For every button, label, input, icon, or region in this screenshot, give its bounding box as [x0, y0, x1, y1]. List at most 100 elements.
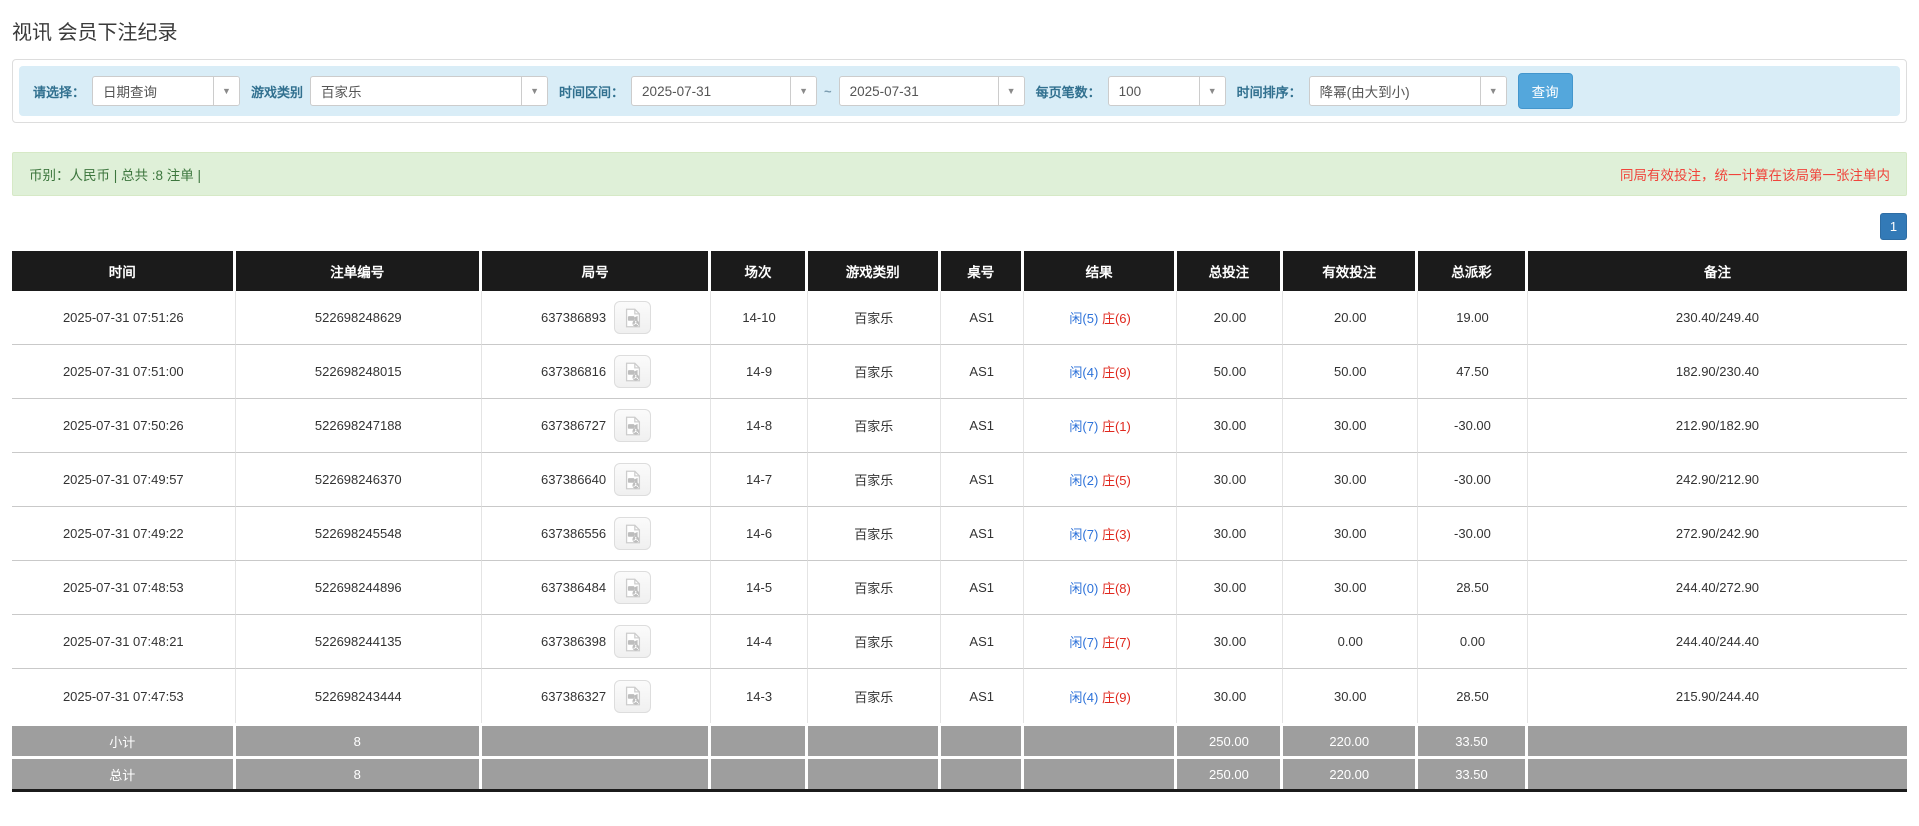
total-label: 总计 — [12, 756, 236, 789]
cell-total-bet[interactable]: 50.00 — [1177, 345, 1284, 399]
query-type-select[interactable]: 日期查询 ▼ — [92, 76, 241, 106]
cell-total-bet[interactable]: 30.00 — [1177, 507, 1284, 561]
page-button-1[interactable]: 1 — [1880, 213, 1907, 240]
subtotal-label: 小计 — [12, 723, 236, 756]
time-sort-select[interactable]: 降幂(由大到小) ▼ — [1308, 76, 1507, 106]
summary-empty-cell — [481, 756, 712, 789]
cell-valid-bet: 30.00 — [1283, 669, 1419, 723]
cell-game-type: 百家乐 — [807, 507, 941, 561]
summary-empty-cell — [711, 756, 808, 789]
cell-payout: 28.50 — [1418, 561, 1528, 615]
video-replay-button[interactable] — [614, 463, 652, 496]
time-sort-group: 时间排序： 降幂(由大到小) ▼ — [1237, 76, 1507, 106]
table-row: 2025-07-31 07:51:00 522698248015 6373868… — [12, 345, 1907, 399]
video-replay-icon — [625, 524, 640, 543]
video-replay-icon — [625, 578, 640, 597]
result-banker: 庄(5) — [1101, 473, 1131, 488]
date-from-value: 2025-07-31 — [642, 83, 712, 99]
cell-table-no: AS1 — [940, 345, 1024, 399]
subtotal-total-bet: 250.00 — [1177, 723, 1284, 756]
cell-round-id: 637386556 — [481, 507, 712, 561]
cell-bet-id: 522698246370 — [235, 453, 482, 507]
page: 视讯 会员下注纪录 请选择： 日期查询 ▼ 游戏类别 百家乐 ▼ 时间区间： 2… — [0, 0, 1919, 802]
table-summary: 小计 8 250.00 220.00 33.50 总计 8 250.00 220… — [12, 723, 1907, 789]
table-row: 2025-07-31 07:47:53 522698243444 6373863… — [12, 669, 1907, 723]
result-player: 闲(7) — [1069, 635, 1099, 650]
page-size-label: 每页笔数： — [1035, 84, 1101, 100]
col-header-remark: 备注 — [1527, 251, 1907, 291]
cell-total-bet[interactable]: 30.00 — [1177, 399, 1284, 453]
round-id-value: 637386893 — [541, 310, 607, 325]
result-banker: 庄(9) — [1101, 365, 1131, 380]
cell-total-bet[interactable]: 30.00 — [1177, 615, 1284, 669]
result-banker: 庄(7) — [1101, 635, 1131, 650]
page-size-select[interactable]: 100 ▼ — [1107, 76, 1226, 106]
result-player: 闲(5) — [1069, 311, 1099, 326]
result-player: 闲(7) — [1069, 527, 1099, 542]
cell-total-bet[interactable]: 20.00 — [1177, 291, 1284, 345]
video-replay-button[interactable] — [614, 301, 652, 334]
cell-session: 14-3 — [711, 669, 808, 723]
round-id-value: 637386556 — [541, 526, 607, 541]
cell-game-type: 百家乐 — [807, 615, 941, 669]
video-replay-button[interactable] — [614, 571, 652, 604]
date-to-picker[interactable]: 2025-07-31 ▼ — [838, 76, 1025, 106]
cell-game-type: 百家乐 — [807, 291, 941, 345]
cell-table-no: AS1 — [940, 399, 1024, 453]
round-id-value: 637386640 — [541, 472, 607, 487]
video-replay-icon — [625, 362, 640, 381]
result-player: 闲(0) — [1069, 581, 1099, 596]
result-player: 闲(2) — [1069, 473, 1099, 488]
cell-round-id: 637386727 — [481, 399, 712, 453]
date-from-picker[interactable]: 2025-07-31 ▼ — [631, 76, 818, 106]
summary-empty-cell — [1023, 723, 1178, 756]
filter-bar: 请选择： 日期查询 ▼ 游戏类别 百家乐 ▼ 时间区间： 2025-07-31 … — [19, 66, 1900, 116]
time-sort-label: 时间排序： — [1236, 84, 1302, 100]
bet-records-table-wrap: 时间 注单编号 局号 场次 游戏类别 桌号 结果 总投注 有效投注 总派彩 备注… — [12, 251, 1907, 792]
table-row: 2025-07-31 07:49:57 522698246370 6373866… — [12, 453, 1907, 507]
page-title: 视讯 会员下注纪录 — [12, 22, 178, 44]
cell-result: 闲(4) 庄(9) — [1023, 669, 1178, 723]
video-replay-button[interactable] — [614, 409, 652, 442]
video-replay-button[interactable] — [614, 679, 652, 713]
cell-result: 闲(2) 庄(5) — [1023, 453, 1178, 507]
video-replay-icon — [625, 416, 640, 435]
result-player: 闲(4) — [1069, 365, 1099, 380]
video-replay-button[interactable] — [614, 517, 652, 550]
search-button[interactable]: 查询 — [1517, 73, 1573, 109]
cell-time: 2025-07-31 07:49:22 — [12, 507, 236, 561]
video-replay-button[interactable] — [614, 355, 652, 388]
cell-valid-bet: 30.00 — [1283, 561, 1419, 615]
summary-empty-cell — [807, 756, 941, 789]
valid-bet-notice-text: 同局有效投注，统一计算在该局第一张注单内 — [1620, 168, 1890, 183]
date-to-value: 2025-07-31 — [849, 83, 919, 99]
cell-total-bet[interactable]: 30.00 — [1177, 561, 1284, 615]
game-type-select[interactable]: 百家乐 ▼ — [310, 76, 549, 106]
col-header-total-bet: 总投注 — [1177, 251, 1284, 291]
time-sort-value: 降幂(由大到小) — [1319, 85, 1410, 100]
game-type-group: 游戏类别 百家乐 ▼ — [251, 76, 549, 106]
cell-total-bet[interactable]: 30.00 — [1177, 453, 1284, 507]
video-replay-button[interactable] — [614, 625, 652, 658]
cell-bet-id: 522698248015 — [235, 345, 482, 399]
cell-bet-id: 522698248629 — [235, 291, 482, 345]
col-header-game-type: 游戏类别 — [807, 251, 941, 291]
video-replay-icon — [625, 632, 640, 651]
cell-bet-id: 522698244135 — [235, 615, 482, 669]
round-id-value: 637386816 — [541, 364, 607, 379]
summary-empty-cell — [940, 756, 1024, 789]
cell-result: 闲(5) 庄(6) — [1023, 291, 1178, 345]
summary-empty-cell — [1023, 756, 1178, 789]
cell-game-type: 百家乐 — [807, 561, 941, 615]
cell-remark: 272.90/242.90 — [1527, 507, 1907, 561]
result-banker: 庄(8) — [1101, 581, 1131, 596]
cell-total-bet[interactable]: 30.00 — [1177, 669, 1284, 723]
table-row: 2025-07-31 07:48:21 522698244135 6373863… — [12, 615, 1907, 669]
cell-time: 2025-07-31 07:51:00 — [12, 345, 236, 399]
col-header-round-id: 局号 — [481, 251, 712, 291]
cell-remark: 230.40/249.40 — [1527, 291, 1907, 345]
result-banker: 庄(6) — [1101, 311, 1131, 326]
video-replay-icon — [625, 470, 640, 489]
cell-valid-bet: 20.00 — [1283, 291, 1419, 345]
cell-table-no: AS1 — [940, 291, 1024, 345]
